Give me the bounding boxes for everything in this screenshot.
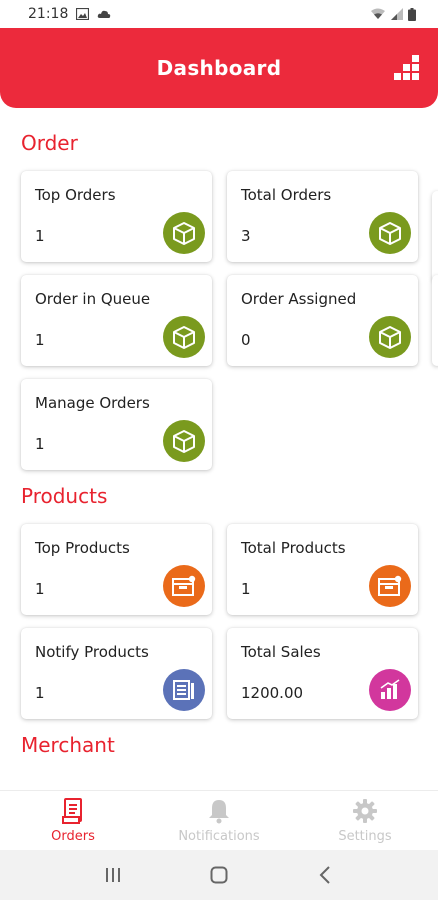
card-value: 1 bbox=[35, 331, 45, 349]
offscreen-card-edge bbox=[432, 191, 438, 282]
orders-icon bbox=[62, 798, 82, 824]
card-title: Notify Products bbox=[35, 643, 149, 661]
nav-settings[interactable]: Settings bbox=[292, 791, 438, 850]
bottom-nav: Orders Notifications Settings bbox=[0, 790, 438, 850]
product-box-icon bbox=[163, 565, 205, 607]
nav-orders[interactable]: Orders bbox=[0, 791, 146, 850]
grid-stairs-icon[interactable] bbox=[394, 55, 420, 81]
card-order-assigned[interactable]: Order Assigned 0 bbox=[227, 275, 418, 366]
card-top-orders[interactable]: Top Orders 1 bbox=[21, 171, 212, 262]
box-icon bbox=[163, 420, 205, 462]
card-title: Manage Orders bbox=[35, 394, 150, 412]
card-manage-orders[interactable]: Manage Orders 1 bbox=[21, 379, 212, 470]
status-time: 21:18 bbox=[28, 6, 69, 22]
card-notify-products[interactable]: Notify Products 1 bbox=[21, 628, 212, 719]
product-box-icon bbox=[369, 565, 411, 607]
box-icon bbox=[369, 316, 411, 358]
bar-chart-icon bbox=[369, 669, 411, 711]
card-value: 0 bbox=[241, 331, 251, 349]
card-title: Order in Queue bbox=[35, 290, 151, 308]
nav-label: Notifications bbox=[178, 829, 260, 844]
image-icon bbox=[76, 8, 90, 20]
card-order-in-queue[interactable]: Order in Queue 1 bbox=[21, 275, 212, 366]
section-title-order: Order bbox=[21, 131, 78, 155]
page-title: Dashboard bbox=[156, 56, 282, 80]
card-total-orders[interactable]: Total Orders 3 bbox=[227, 171, 418, 262]
card-total-sales[interactable]: Total Sales 1200.00 bbox=[227, 628, 418, 719]
card-value: 1 bbox=[35, 684, 45, 702]
offscreen-card-edge bbox=[432, 275, 438, 366]
system-nav-bar bbox=[0, 850, 438, 900]
box-icon bbox=[369, 212, 411, 254]
home-icon[interactable] bbox=[189, 860, 249, 890]
nav-notifications[interactable]: Notifications bbox=[146, 791, 292, 850]
card-value: 1 bbox=[35, 580, 45, 598]
cloud-icon bbox=[98, 10, 111, 18]
card-title: Total Orders bbox=[241, 186, 332, 204]
section-title-merchant: Merchant bbox=[21, 733, 115, 757]
box-icon bbox=[163, 212, 205, 254]
recents-icon[interactable] bbox=[83, 860, 143, 890]
card-value: 1 bbox=[35, 227, 45, 245]
gear-icon bbox=[353, 799, 377, 823]
card-total-products[interactable]: Total Products 1 bbox=[227, 524, 418, 615]
card-value: 1 bbox=[35, 435, 45, 453]
signal-icon bbox=[391, 8, 403, 20]
back-icon[interactable] bbox=[295, 860, 355, 890]
card-title: Total Sales bbox=[241, 643, 321, 661]
app-header: Dashboard bbox=[0, 28, 438, 108]
card-value: 1 bbox=[241, 580, 251, 598]
status-bar: 21:18 bbox=[0, 0, 438, 28]
box-icon bbox=[163, 316, 205, 358]
card-value: 1200.00 bbox=[241, 684, 304, 702]
nav-label: Settings bbox=[338, 829, 392, 844]
card-title: Order Assigned bbox=[241, 290, 357, 308]
bell-icon bbox=[209, 800, 229, 824]
card-top-products[interactable]: Top Products 1 bbox=[21, 524, 212, 615]
card-title: Top Orders bbox=[35, 186, 116, 204]
battery-icon bbox=[408, 7, 416, 21]
list-icon bbox=[163, 669, 205, 711]
nav-label: Orders bbox=[51, 829, 95, 844]
card-title: Top Products bbox=[35, 539, 130, 557]
section-title-products: Products bbox=[21, 484, 108, 508]
card-value: 3 bbox=[241, 227, 251, 245]
wifi-icon bbox=[371, 8, 385, 19]
card-title: Total Products bbox=[241, 539, 346, 557]
